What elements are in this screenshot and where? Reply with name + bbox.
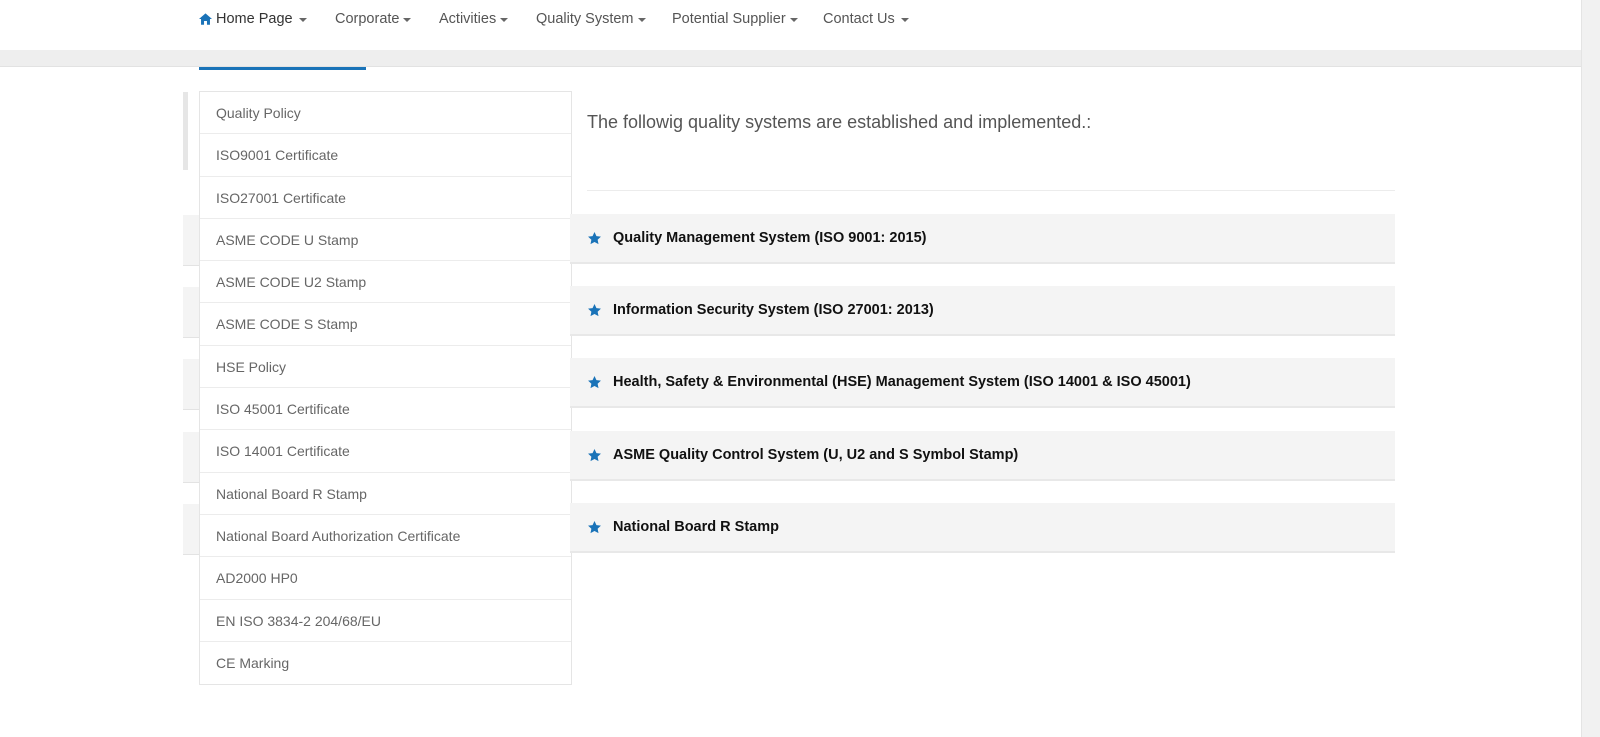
nav-corporate-label: Corporate bbox=[335, 11, 400, 27]
nav-contact-us-label: Contact Us bbox=[823, 11, 895, 27]
nav-band bbox=[0, 50, 1582, 67]
chevron-down-icon bbox=[298, 18, 307, 22]
panel-title: ASME Quality Control System (U, U2 and S… bbox=[613, 447, 1019, 463]
sidebar-item-iso9001-certificate[interactable]: ISO9001 Certificate bbox=[200, 134, 571, 177]
sidebar-item-asme-code-u2-stamp[interactable]: ASME CODE U2 Stamp bbox=[200, 261, 571, 304]
nav-activities-label: Activities bbox=[439, 11, 497, 27]
sidebar-item-national-board-authorization-certificate[interactable]: National Board Authorization Certificate bbox=[200, 515, 571, 558]
nav-quality-system-label: Quality System bbox=[536, 11, 634, 27]
home-icon bbox=[199, 13, 212, 25]
active-tab-indicator bbox=[199, 67, 366, 70]
sidebar-item-iso27001-certificate[interactable]: ISO27001 Certificate bbox=[200, 177, 571, 219]
nav-potential-supplier-label: Potential Supplier bbox=[672, 11, 786, 27]
sidebar-item-ad2000-hp0[interactable]: AD2000 HP0 bbox=[200, 557, 571, 600]
panel-stub bbox=[183, 504, 199, 555]
nav-quality-system[interactable]: Quality System bbox=[536, 11, 646, 27]
nav-contact-us[interactable]: Contact Us bbox=[823, 11, 909, 27]
panel-quality-management-system[interactable]: Quality Management System (ISO 9001: 201… bbox=[570, 214, 1395, 264]
star-icon bbox=[588, 303, 601, 316]
panel-asme-quality-control-system[interactable]: ASME Quality Control System (U, U2 and S… bbox=[570, 431, 1395, 481]
nav-home-page[interactable]: Home Page bbox=[199, 11, 307, 27]
nav-potential-supplier[interactable]: Potential Supplier bbox=[672, 11, 798, 27]
sidebar-item-national-board-r-stamp[interactable]: National Board R Stamp bbox=[200, 473, 571, 515]
chevron-down-icon bbox=[789, 18, 798, 22]
sidebar-item-en-iso-3834-2[interactable]: EN ISO 3834-2 204/68/EU bbox=[200, 600, 571, 642]
sidebar-item-hse-policy[interactable]: HSE Policy bbox=[200, 346, 571, 389]
page-intro-text: The followig quality systems are establi… bbox=[587, 112, 1092, 132]
panel-stub bbox=[183, 432, 199, 483]
chevron-down-icon bbox=[403, 18, 412, 22]
panel-title: Health, Safety & Environmental (HSE) Man… bbox=[613, 374, 1191, 390]
panel-information-security-system[interactable]: Information Security System (ISO 27001: … bbox=[570, 286, 1395, 336]
sidebar-menu: Quality Policy ISO9001 Certificate ISO27… bbox=[199, 91, 572, 686]
panel-stub bbox=[183, 287, 199, 338]
nav-corporate[interactable]: Corporate bbox=[335, 11, 412, 27]
panel-title: Quality Management System (ISO 9001: 201… bbox=[613, 230, 927, 246]
nav-activities[interactable]: Activities bbox=[439, 11, 509, 27]
sidebar-item-iso-14001-certificate[interactable]: ISO 14001 Certificate bbox=[200, 430, 571, 473]
star-icon bbox=[588, 375, 601, 388]
star-icon bbox=[588, 448, 601, 461]
panel-title: Information Security System (ISO 27001: … bbox=[613, 302, 934, 318]
sidebar-item-ce-marking[interactable]: CE Marking bbox=[200, 642, 571, 684]
panel-stub bbox=[183, 215, 199, 266]
chevron-down-icon bbox=[500, 18, 509, 22]
star-icon bbox=[588, 520, 601, 533]
panel-title: National Board R Stamp bbox=[613, 519, 779, 535]
vertical-scrollbar[interactable] bbox=[1581, 0, 1600, 737]
sidebar-accent bbox=[183, 92, 188, 170]
panel-hse-management-system[interactable]: Health, Safety & Environmental (HSE) Man… bbox=[570, 358, 1395, 408]
panel-national-board-r-stamp[interactable]: National Board R Stamp bbox=[570, 503, 1395, 553]
chevron-down-icon bbox=[900, 18, 909, 22]
sidebar-item-quality-policy[interactable]: Quality Policy bbox=[200, 92, 571, 135]
sidebar-item-iso-45001-certificate[interactable]: ISO 45001 Certificate bbox=[200, 388, 571, 431]
top-navigation: Home Page Corporate Activities Quality S… bbox=[0, 0, 1582, 50]
chevron-down-icon bbox=[637, 18, 646, 22]
sidebar-item-asme-code-u-stamp[interactable]: ASME CODE U Stamp bbox=[200, 219, 571, 262]
sidebar-item-asme-code-s-stamp[interactable]: ASME CODE S Stamp bbox=[200, 303, 571, 346]
star-icon bbox=[588, 231, 601, 244]
content-divider bbox=[587, 190, 1395, 191]
nav-home-page-label: Home Page bbox=[216, 11, 293, 27]
panel-stub bbox=[183, 359, 199, 410]
